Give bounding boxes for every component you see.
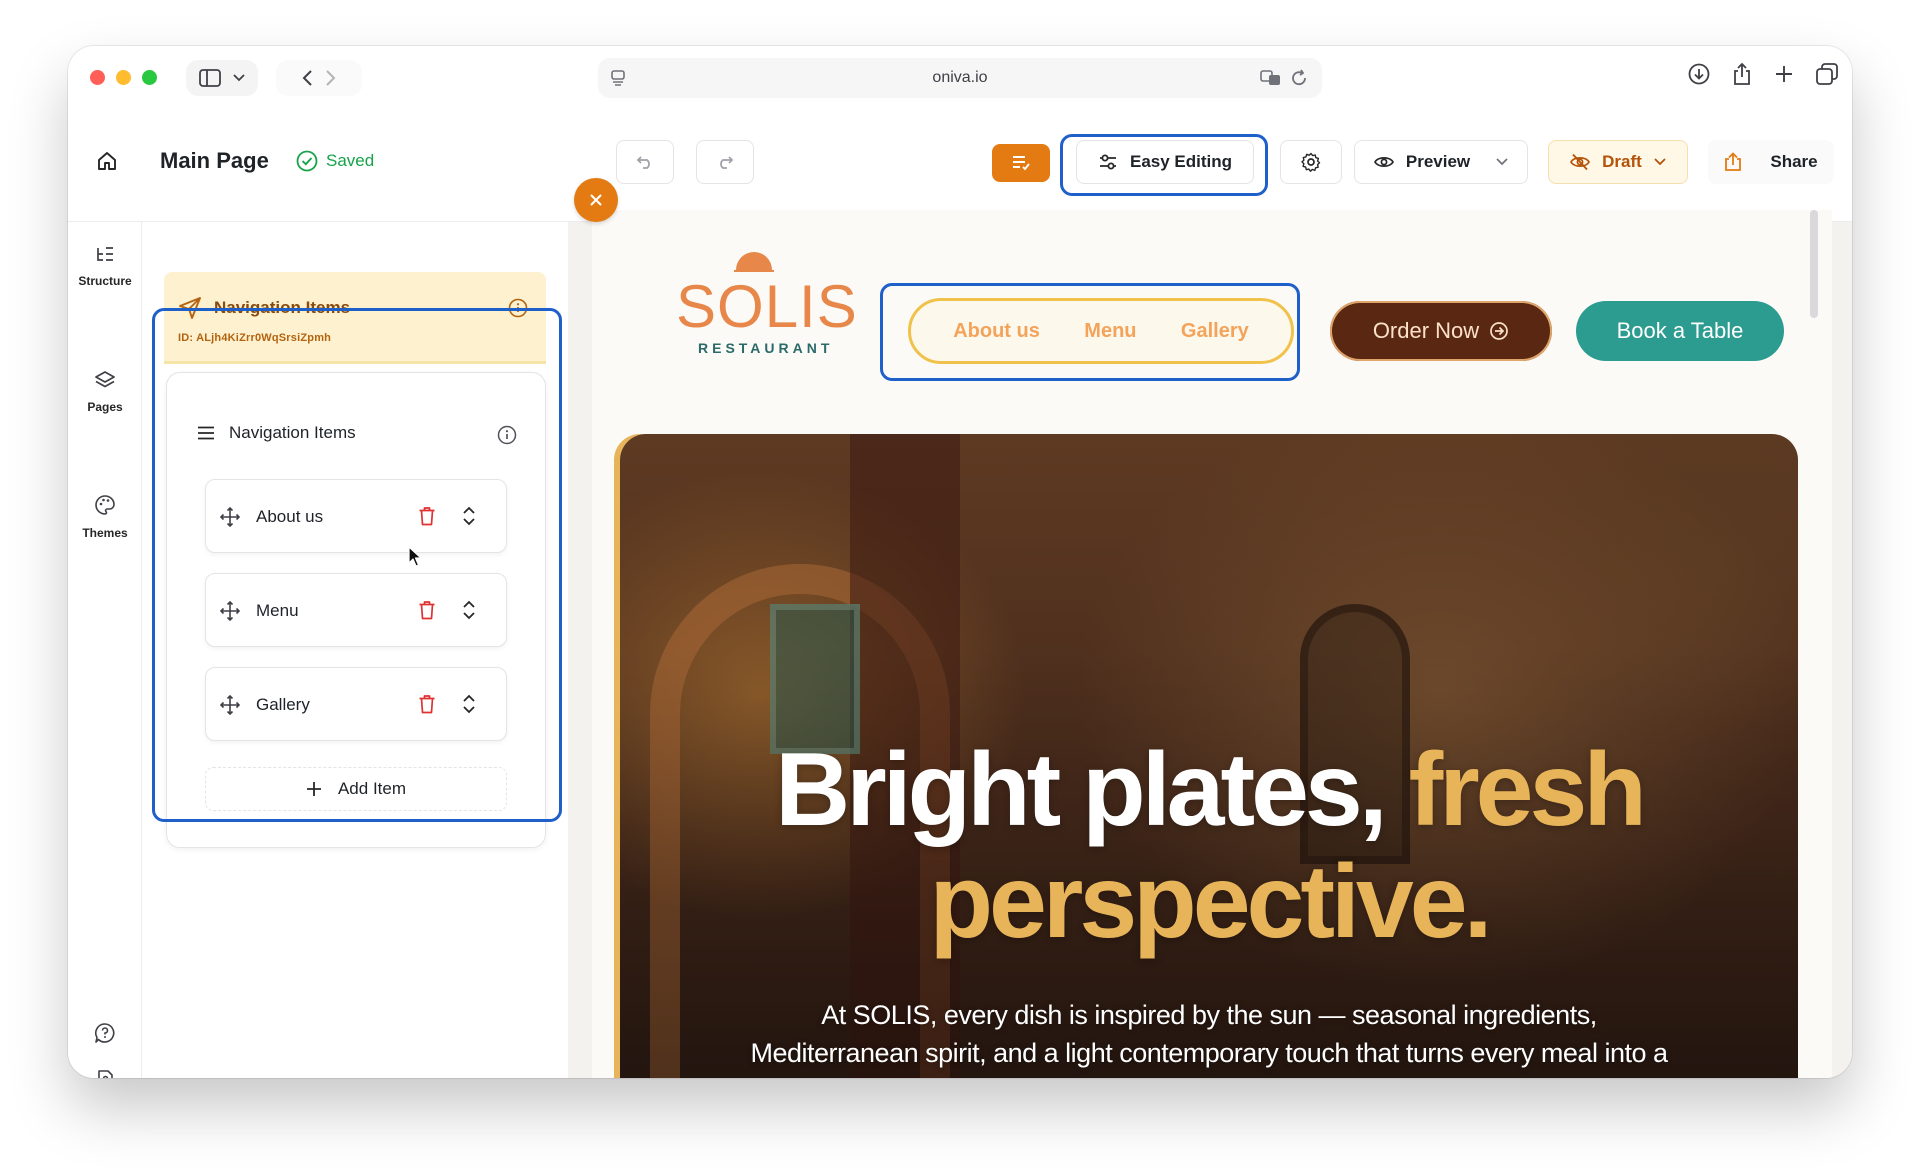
sun-logo-icon [734,252,774,272]
translate-icon[interactable] [1260,69,1282,87]
site-nav-highlight [880,283,1300,381]
book-table-label: Book a Table [1616,318,1744,343]
draft-label: Draft [1602,152,1642,171]
preview-label: Preview [1405,152,1471,171]
preview-button[interactable]: Preview [1354,140,1528,184]
gear-icon [1301,152,1321,172]
layers-icon [95,371,115,388]
download-icon[interactable] [1688,63,1710,85]
upload-icon [1725,152,1742,171]
undo-icon [636,156,650,169]
chevron-down-icon [1654,158,1666,166]
easy-editing-label: Easy Editing [1129,152,1233,171]
rail-item-pages[interactable]: Pages [68,370,142,414]
save-status: Saved [296,150,374,172]
address-bar[interactable]: oniva.io [598,58,1322,98]
share-button[interactable]: Share [1708,140,1834,184]
back-icon[interactable] [301,69,313,87]
eye-icon [1373,157,1394,167]
undo-button[interactable] [616,140,674,184]
page-title: Main Page [160,148,269,173]
sidebar-toggle-button[interactable] [186,60,258,96]
redo-button[interactable] [696,140,754,184]
chevron-down-icon [1496,158,1508,166]
easy-editing-button[interactable]: Easy Editing [1076,140,1254,184]
rail-item-structure[interactable]: Structure [68,246,142,288]
mouse-cursor-icon [408,546,422,567]
forward-icon[interactable] [325,69,337,87]
outline-toggle-button[interactable] [992,144,1050,182]
structure-icon [97,247,113,261]
navigation-panel-highlight [152,308,562,822]
book-table-button[interactable]: Book a Table [1576,301,1784,361]
canvas-scrollbar[interactable] [1810,210,1818,318]
help-button[interactable] [68,1022,142,1044]
rail-label-themes: Themes [82,526,128,540]
minimize-window-button[interactable] [116,70,131,85]
help-chat-icon [94,1023,115,1043]
history-nav [276,60,362,96]
rail-item-themes[interactable]: Themes [68,494,142,540]
hero-section: Bright plates, fresh perspective. At SOL… [620,434,1798,1078]
eye-off-icon [1570,153,1591,171]
close-icon [590,194,602,206]
app-toolbar: Main Page Saved Easy Editing Preview Dra… [68,110,1852,222]
hero-title-gold-2: perspective. [929,844,1493,960]
sidebar-icon [199,69,221,87]
close-window-button[interactable] [90,70,105,85]
rail-label-pages: Pages [87,400,123,414]
hero-title-white: Bright plates, [775,732,1388,848]
left-rail: Structure Pages Themes [68,222,142,1078]
close-panel-button[interactable] [574,178,618,222]
saved-label: Saved [326,151,375,170]
settings-button[interactable] [1280,140,1342,184]
document-help-icon [98,1070,113,1078]
share-label: Share [1770,152,1818,171]
arrow-right-circle-icon [1490,322,1509,340]
hero-title: Bright plates, fresh perspective. [620,734,1798,958]
share-sheet-icon[interactable] [1732,62,1752,86]
hero-subtitle: At SOLIS, every dish is inspired by the … [750,1000,1669,1078]
palette-icon [95,495,115,515]
sliders-icon [1099,154,1116,170]
logo-subtitle: RESTAURANT [698,340,834,356]
check-circle-icon [296,150,318,172]
hero-title-gold-1: fresh [1408,732,1647,848]
redo-icon [720,156,734,169]
order-now-label: Order Now [1372,318,1480,343]
rail-label-structure: Structure [78,274,132,288]
chevron-down-icon [233,74,245,82]
order-now-button[interactable]: Order Now [1330,301,1552,361]
window-controls [90,70,157,85]
list-check-icon [1013,156,1030,171]
docs-button[interactable] [68,1070,142,1078]
tab-overview-icon[interactable] [1816,63,1838,85]
url-text: oniva.io [932,69,988,86]
home-icon[interactable] [96,150,118,172]
reload-icon[interactable] [1290,69,1308,87]
new-tab-icon[interactable] [1774,64,1794,84]
logo-wordmark: SOLIS [676,273,858,340]
zoom-window-button[interactable] [142,70,157,85]
browser-chrome: oniva.io [68,46,1852,110]
page-settings-icon[interactable] [610,69,626,87]
draft-status-button[interactable]: Draft [1548,140,1688,184]
browser-window: oniva.io Main Page Saved Easy Editing Pr… [68,46,1852,1078]
